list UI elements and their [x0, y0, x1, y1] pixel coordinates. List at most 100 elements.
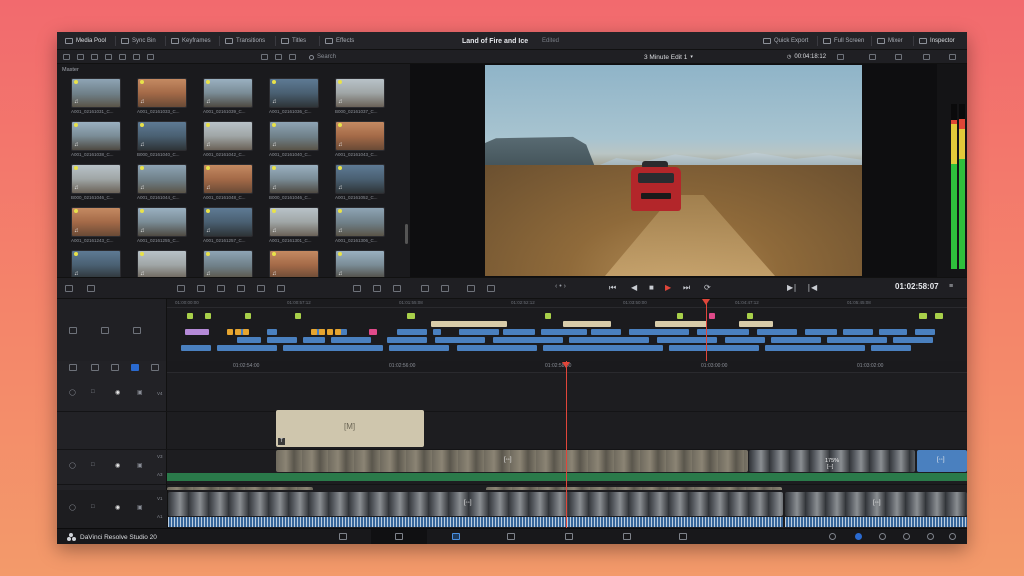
users-icon[interactable] [903, 533, 910, 540]
home-icon[interactable] [927, 533, 934, 540]
dynamic-trim-icon[interactable] [487, 285, 495, 292]
marker-icon[interactable] [373, 285, 381, 292]
mini-clip[interactable] [765, 345, 865, 351]
media-clip-thumbnail[interactable]: ♫ A001_02161039_C... [203, 78, 253, 118]
play-reverse-button[interactable]: ◀ [631, 283, 637, 292]
mini-clip[interactable] [311, 329, 317, 335]
thumbnail-view-icon[interactable] [261, 54, 268, 60]
audio-clip-a3[interactable] [167, 473, 967, 481]
mini-clip[interactable] [629, 329, 689, 335]
track-monitor-icon[interactable]: ▣ [137, 504, 143, 511]
snapping-icon[interactable] [353, 285, 361, 292]
mini-clip[interactable] [915, 329, 935, 335]
mini-clip[interactable] [205, 313, 211, 319]
search-input[interactable]: Search [309, 52, 409, 62]
track-view-icon[interactable] [69, 364, 77, 371]
mini-clip[interactable] [805, 329, 837, 335]
media-clip-thumbnail[interactable]: ♫ A001_02161043_C... [335, 121, 385, 161]
mini-clip[interactable] [185, 329, 209, 335]
video-clip-v3[interactable]: [◦◦] [276, 450, 748, 472]
mini-clip[interactable] [187, 313, 193, 319]
in-point-button[interactable]: ▶∣ [787, 283, 797, 292]
quick-export-button[interactable]: Quick Export [763, 32, 808, 50]
sync-bin-button[interactable]: Sync Bin [121, 32, 156, 50]
mini-clip[interactable] [677, 313, 683, 319]
mini-clip[interactable] [235, 329, 241, 335]
audio-waveform-a1[interactable] [168, 517, 783, 527]
out-point-button[interactable]: ∣◀ [807, 283, 817, 292]
smart-bin-icon[interactable] [147, 54, 154, 60]
metadata-icon[interactable] [119, 54, 126, 60]
media-pool-button[interactable]: Media Pool [65, 32, 106, 50]
flag-icon[interactable] [393, 285, 401, 292]
mini-clip[interactable] [569, 337, 649, 343]
grid-view-icon[interactable] [77, 54, 84, 60]
mini-clip[interactable] [739, 321, 773, 327]
scroll-icon[interactable] [101, 327, 109, 334]
filter-icon[interactable] [133, 54, 140, 60]
lock-icon[interactable]: ◯ [69, 504, 76, 511]
go-to-start-button[interactable]: ⏮ [609, 283, 616, 293]
mini-clip[interactable] [893, 337, 933, 343]
collaboration-icon[interactable] [855, 533, 862, 540]
mini-clip[interactable] [545, 313, 551, 319]
mini-clip[interactable] [327, 329, 333, 335]
viewer-options-icon[interactable] [837, 54, 844, 60]
mini-clip[interactable] [431, 321, 507, 327]
media-clip-thumbnail[interactable]: ♫ A001_02161031_C... [71, 78, 121, 118]
ripple-icon[interactable] [257, 285, 265, 292]
media-clip-thumbnail[interactable]: ♫ A001_02161048_C... [203, 164, 253, 204]
mini-clip[interactable] [217, 345, 277, 351]
go-to-end-button[interactable]: ⏭ [683, 283, 690, 293]
auto-select-icon[interactable]: □ [91, 504, 95, 510]
mini-clip[interactable] [457, 345, 537, 351]
mini-clip[interactable] [725, 337, 765, 343]
mini-clip[interactable] [267, 329, 277, 335]
place-on-top-icon[interactable] [237, 285, 245, 292]
title-clip[interactable]: [M] T [276, 410, 424, 447]
mini-clip[interactable] [655, 321, 707, 327]
sort-order-icon[interactable] [289, 54, 296, 60]
track-monitor-icon[interactable]: ▣ [137, 389, 143, 396]
media-clip-thumbnail[interactable]: ♫ A001_02161052_C... [335, 164, 385, 204]
timeline-selector[interactable]: 3 Minute Edit 1 ▾ [644, 50, 693, 64]
media-clip-thumbnail[interactable]: ♫ A001_02161243_C... [71, 207, 121, 247]
link-icon[interactable] [133, 327, 141, 334]
audio-waveform-icon[interactable] [91, 364, 99, 371]
mini-clip[interactable] [245, 313, 251, 319]
mini-clip[interactable] [503, 329, 535, 335]
media-clip-thumbnail[interactable]: ♫ A001_02161255_C... [137, 207, 187, 247]
mini-clip[interactable] [919, 313, 927, 319]
mini-clip[interactable] [407, 313, 415, 319]
media-clip-thumbnail[interactable]: ♫ B000_02161046_C... [71, 164, 121, 204]
mini-clip[interactable] [871, 345, 911, 351]
audio-waveform-a1-end[interactable] [785, 517, 967, 527]
mini-clip[interactable] [591, 329, 621, 335]
transform-icon[interactable] [895, 54, 902, 60]
mini-clip[interactable] [709, 313, 715, 319]
media-clip-thumbnail[interactable]: ♫ A001_02161301_C... [269, 207, 319, 247]
upper-timeline-ruler[interactable]: 01:00:00:00 01:00:57:12 01:01:55:08 01:0… [167, 299, 967, 308]
mini-clip[interactable] [459, 329, 499, 335]
fairlight-page-icon[interactable] [623, 533, 631, 540]
chat-icon[interactable] [879, 533, 886, 540]
cut-page-icon[interactable] [395, 533, 403, 540]
workspace-icon[interactable] [829, 533, 836, 540]
trim-icon[interactable] [421, 285, 429, 292]
lock-icon[interactable]: ◯ [69, 462, 76, 469]
media-page-icon[interactable] [339, 533, 347, 540]
mini-clip[interactable] [389, 345, 449, 351]
play-button[interactable]: ▶ [665, 283, 671, 292]
mini-clip[interactable] [747, 313, 753, 319]
color-page-icon[interactable] [565, 533, 573, 540]
mini-clip[interactable] [397, 329, 427, 335]
mini-clip[interactable] [657, 337, 717, 343]
mini-clip[interactable] [843, 329, 873, 335]
upper-timeline[interactable]: 01:00:00:00 01:00:57:12 01:01:55:08 01:0… [57, 299, 967, 361]
settings-icon[interactable] [923, 54, 930, 60]
auto-select-icon[interactable]: □ [91, 389, 95, 395]
mini-clip[interactable] [541, 329, 587, 335]
video-clip-v1-end[interactable]: [◦◦] [785, 492, 967, 516]
media-clip-thumbnail[interactable]: ♫ A001_02161306_C... [335, 207, 385, 247]
mini-clip[interactable] [543, 345, 663, 351]
